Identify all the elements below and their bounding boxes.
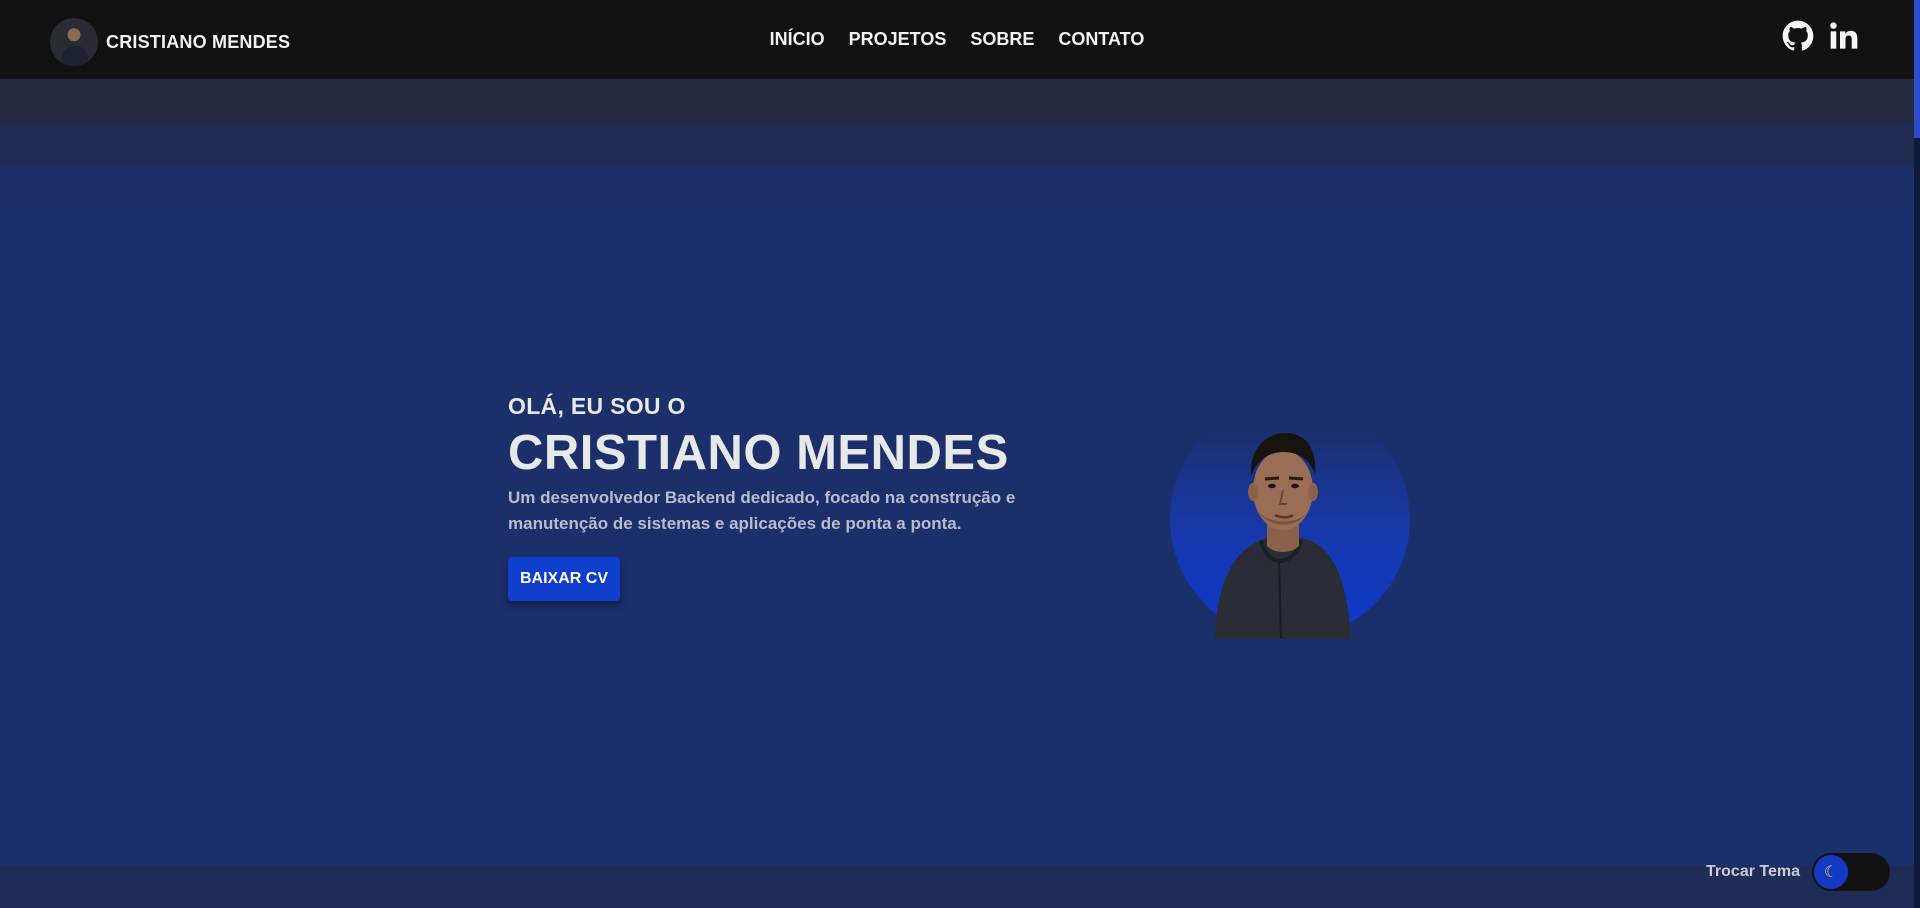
hero-greeting: OLÁ, EU SOU O <box>508 393 686 419</box>
nav-link-inicio[interactable]: INÍCIO <box>770 29 825 50</box>
github-icon[interactable] <box>1782 20 1814 52</box>
hero-name: CRISTIANO MENDES <box>508 426 1009 480</box>
hero-description: Um desenvolvedor Backend dedicado, focad… <box>508 488 1016 534</box>
section-stripe <box>0 167 1914 211</box>
theme-toggle: Trocar Tema ☾ <box>1706 853 1890 891</box>
section-stripe <box>0 79 1914 123</box>
nav-link-contato[interactable]: CONTATO <box>1058 29 1144 50</box>
theme-switch[interactable]: ☾ <box>1812 853 1890 891</box>
scrollbar[interactable] <box>1914 0 1920 908</box>
linkedin-icon[interactable] <box>1828 20 1860 52</box>
portrait-image <box>1215 432 1351 639</box>
navbar: CRISTIANO MENDES INÍCIO PROJETOS SOBRE C… <box>0 0 1914 79</box>
nav-link-sobre[interactable]: SOBRE <box>970 29 1034 50</box>
profile-photo <box>1170 425 1410 639</box>
main-nav: INÍCIO PROJETOS SOBRE CONTATO <box>0 0 1914 79</box>
scrollbar-thumb[interactable] <box>1914 0 1920 138</box>
theme-toggle-label: Trocar Tema <box>1706 863 1800 880</box>
section-stripe <box>0 123 1914 167</box>
social-links <box>1782 20 1860 52</box>
nav-link-projetos[interactable]: PROJETOS <box>849 29 947 50</box>
moon-icon: ☾ <box>1814 855 1848 889</box>
page: CRISTIANO MENDES INÍCIO PROJETOS SOBRE C… <box>0 0 1920 908</box>
section-stripe <box>0 866 1914 908</box>
hero-text: OLÁ, EU SOU O CRISTIANO MENDES Um desenv… <box>508 393 1128 602</box>
download-cv-button[interactable]: BAIXAR CV <box>508 557 621 602</box>
